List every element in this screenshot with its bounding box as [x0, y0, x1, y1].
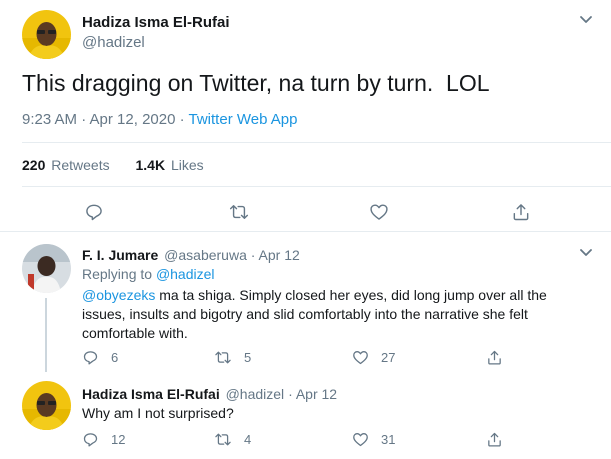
source-link[interactable]: Twitter Web App — [189, 111, 298, 128]
share-button[interactable] — [486, 431, 503, 448]
author-name[interactable]: Hadiza Isma El-Rufai — [82, 14, 230, 31]
like-count: 27 — [381, 350, 396, 365]
reply-count: 6 — [111, 350, 119, 365]
author-handle[interactable]: @asaberuwa — [164, 247, 247, 263]
reply-header: F. I. Jumare @asaberuwa · Apr 12 — [82, 247, 300, 263]
chevron-down-icon[interactable] — [578, 247, 594, 259]
retweets-count[interactable]: 220 — [22, 157, 45, 173]
share-icon — [488, 432, 501, 447]
like-button[interactable]: 31 — [352, 431, 395, 448]
reply-icon — [86, 204, 102, 221]
reply-text: @obyezeks ma ta shiga. Simply closed her… — [82, 286, 582, 343]
share-button[interactable] — [486, 349, 503, 366]
retweet-count: 4 — [244, 432, 252, 447]
chevron-down-icon[interactable] — [578, 14, 594, 26]
like-button[interactable]: 27 — [352, 349, 395, 366]
share-button[interactable] — [511, 202, 531, 222]
retweets-label[interactable]: Retweets — [51, 157, 109, 173]
likes-label[interactable]: Likes — [171, 157, 204, 173]
likes-count[interactable]: 1.4K — [136, 157, 166, 173]
retweet-button[interactable]: 5 — [214, 349, 251, 366]
reply-header: Hadiza Isma El-Rufai @hadizel · Apr 12 — [82, 386, 337, 402]
like-icon — [353, 433, 368, 447]
author-handle[interactable]: @hadizel — [226, 386, 285, 402]
avatar[interactable] — [22, 381, 71, 430]
reply-button[interactable]: 12 — [82, 431, 125, 448]
tweet-stats: 220 Retweets 1.4K Likes — [22, 157, 204, 173]
share-icon — [513, 204, 529, 221]
replying-to: Replying to @hadizel — [82, 266, 215, 282]
mention-link[interactable]: @obyezeks — [82, 287, 155, 303]
retweet-button[interactable] — [228, 202, 250, 222]
tweet-timestamp: 9:23 AM · Apr 12, 2020 · Twitter Web App — [22, 111, 297, 128]
reply-date[interactable]: · Apr 12 — [251, 247, 300, 263]
reply-count: 12 — [111, 432, 126, 447]
replying-to-handle[interactable]: @hadizel — [156, 266, 215, 282]
retweet-icon — [229, 205, 249, 219]
author-name[interactable]: Hadiza Isma El-Rufai — [82, 386, 220, 402]
reply-icon — [83, 351, 98, 365]
retweet-button[interactable]: 4 — [214, 431, 251, 448]
reply-button[interactable] — [84, 202, 104, 222]
reply-text: Why am I not surprised? — [82, 405, 234, 421]
timestamp-text[interactable]: 9:23 AM · Apr 12, 2020 · — [22, 111, 185, 128]
author-name[interactable]: F. I. Jumare — [82, 247, 158, 263]
share-icon — [488, 350, 501, 365]
like-count: 31 — [381, 432, 396, 447]
retweet-icon — [215, 433, 231, 446]
avatar[interactable] — [22, 10, 71, 59]
replying-label: Replying to — [82, 266, 153, 282]
retweet-count: 5 — [244, 350, 252, 365]
like-icon — [353, 351, 368, 365]
reply-button[interactable]: 6 — [82, 349, 118, 366]
retweet-icon — [215, 351, 231, 364]
like-button[interactable] — [369, 202, 389, 222]
reply-icon — [83, 433, 98, 447]
like-icon — [370, 204, 388, 220]
author-handle[interactable]: @hadizel — [82, 34, 145, 51]
tweet-text: This dragging on Twitter, na turn by tur… — [22, 70, 490, 96]
avatar[interactable] — [22, 244, 71, 293]
reply-date[interactable]: · Apr 12 — [288, 386, 337, 402]
